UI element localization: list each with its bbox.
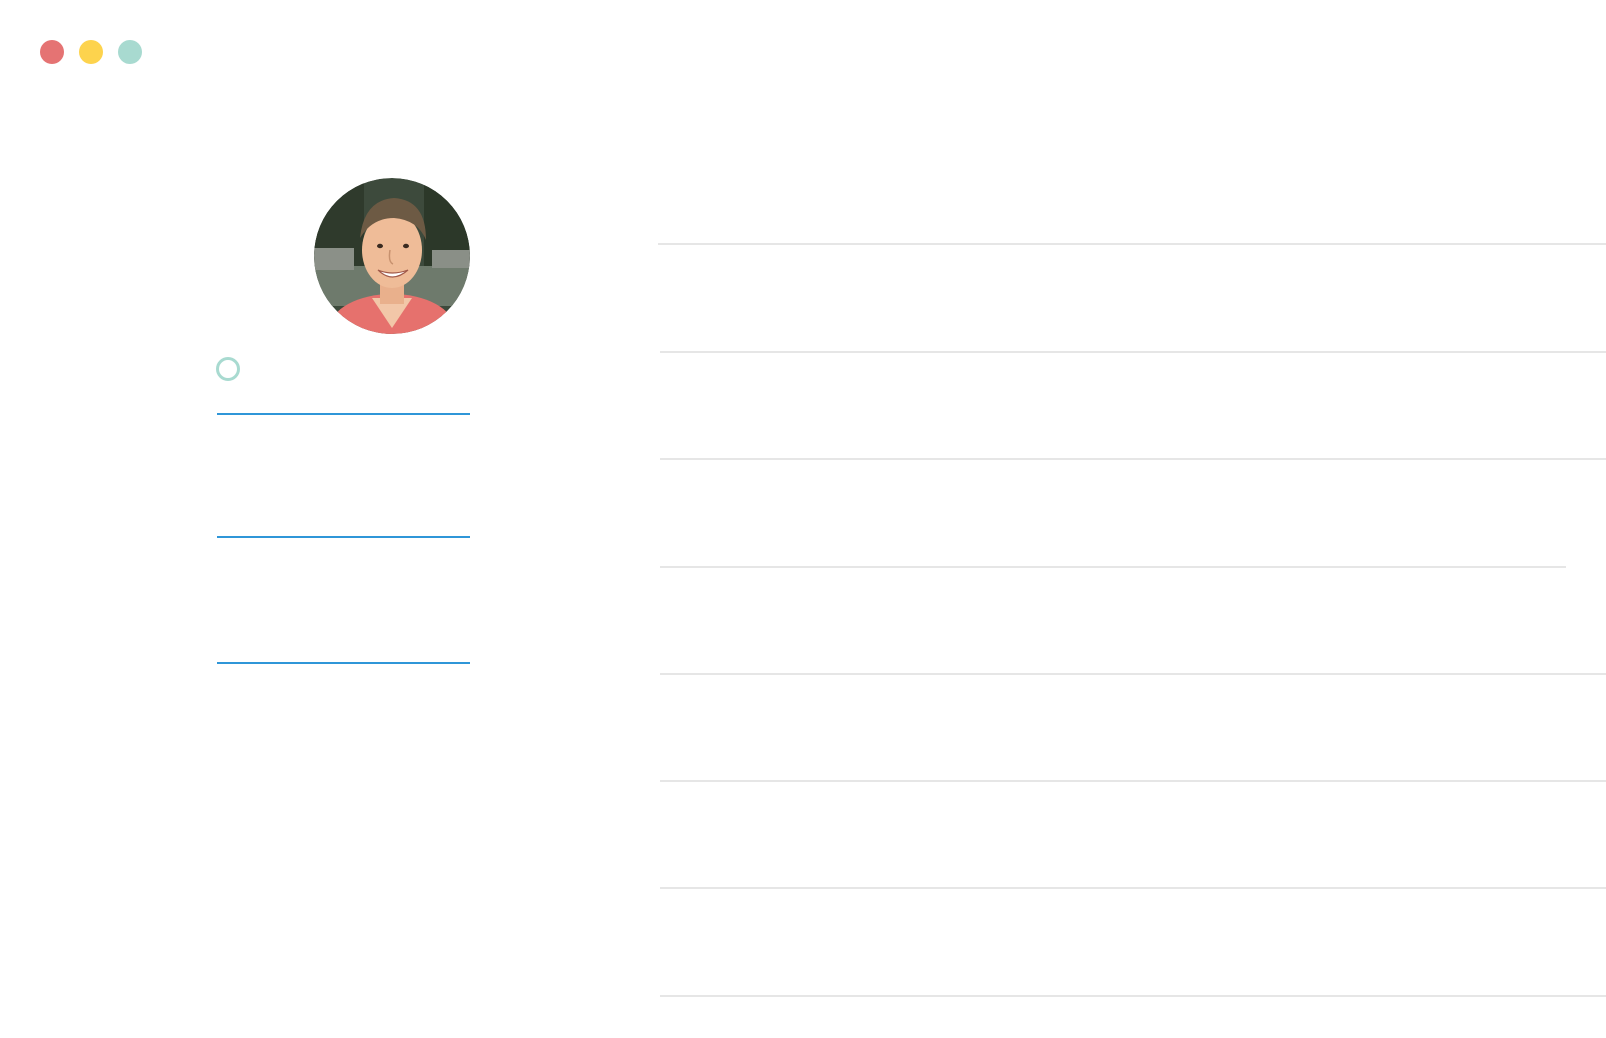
- close-window-button[interactable]: [40, 40, 64, 64]
- avatar[interactable]: [314, 178, 470, 334]
- profile-field-3[interactable]: [217, 662, 470, 664]
- minimize-window-button[interactable]: [79, 40, 103, 64]
- list-divider: [660, 995, 1606, 997]
- list-divider: [660, 351, 1606, 353]
- profile-field-1[interactable]: [217, 413, 470, 415]
- list-divider: [660, 887, 1606, 889]
- status-indicator-icon[interactable]: [216, 357, 240, 381]
- field-underline: [217, 662, 470, 664]
- list-divider: [658, 243, 1606, 245]
- list-divider: [660, 780, 1606, 782]
- window-controls: [40, 40, 142, 64]
- list-divider: [660, 458, 1606, 460]
- maximize-window-button[interactable]: [118, 40, 142, 64]
- field-underline: [217, 536, 470, 538]
- user-photo-icon: [314, 178, 470, 334]
- list-divider: [660, 673, 1606, 675]
- list-divider: [660, 566, 1566, 568]
- field-underline: [217, 413, 470, 415]
- profile-field-2[interactable]: [217, 536, 470, 538]
